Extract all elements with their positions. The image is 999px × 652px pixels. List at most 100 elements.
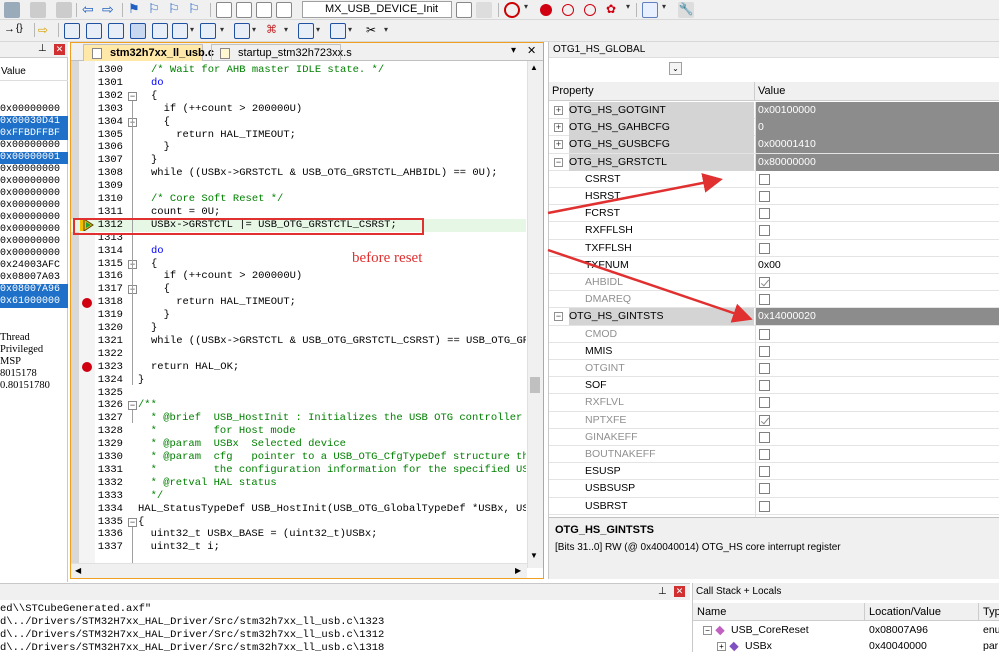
register-value[interactable] (755, 291, 999, 309)
bit-checkbox[interactable] (759, 242, 770, 254)
code-line[interactable]: 1336 uint32_t USBx_BASE = (uint32_t)USBx… (71, 528, 526, 541)
close-icon[interactable]: ✕ (54, 44, 65, 55)
disassembly-window-icon[interactable] (86, 23, 102, 39)
bit-checkbox[interactable] (759, 380, 770, 392)
collapse-icon[interactable]: − (554, 312, 563, 322)
expand-icon[interactable]: + (554, 106, 563, 115)
register-value[interactable] (755, 205, 999, 223)
register-value[interactable]: 0x00100000 (755, 102, 999, 119)
code-line[interactable]: 1335 { (71, 516, 526, 529)
code-line[interactable]: 1326 /** (71, 399, 526, 412)
target-combo[interactable]: MX_USB_DEVICE_Init (302, 1, 452, 18)
debug-session-icon[interactable] (504, 2, 520, 18)
register-row[interactable]: CSRST (549, 170, 999, 188)
collapse-icon[interactable]: − (703, 626, 712, 635)
bit-checkbox[interactable] (759, 345, 770, 357)
bookmark-next-icon[interactable]: ⚐ (168, 2, 184, 18)
scroll-up-icon[interactable]: ▲ (530, 63, 538, 72)
register-row[interactable]: NPTXFE (549, 411, 999, 429)
scroll-thumb[interactable] (530, 377, 540, 393)
code-line[interactable]: 1328 * for Host mode (71, 425, 526, 438)
undo2-icon[interactable] (56, 2, 72, 18)
scroll-left-icon[interactable]: ◀ (75, 566, 81, 575)
register-value[interactable] (755, 325, 999, 343)
left-value-row[interactable]: 0x00000000 (0, 212, 68, 224)
code-line[interactable]: 1309 (71, 180, 526, 193)
bookmark-clear-icon[interactable]: ⚐ (188, 2, 204, 18)
expand-icon[interactable]: + (717, 642, 726, 651)
tab-menu-icon[interactable]: ▾ (511, 45, 516, 56)
code-line[interactable]: 1324} (71, 374, 526, 387)
register-value[interactable] (755, 446, 999, 463)
register-value[interactable] (755, 480, 999, 498)
code-line[interactable]: 1300 /* Wait for AHB master IDLE state. *… (71, 64, 526, 77)
filter-dropdown-icon[interactable]: ⌄ (669, 62, 682, 75)
register-value[interactable] (755, 411, 999, 429)
expand-icon[interactable]: + (554, 140, 563, 150)
disable-breakpoint-icon[interactable] (562, 4, 574, 16)
register-value[interactable]: 0x80000000 (755, 153, 999, 171)
find-icon[interactable] (476, 2, 492, 18)
code-line[interactable]: 1303 if (++count > 200000U) (71, 103, 526, 116)
comment-icon[interactable] (256, 2, 272, 18)
register-row[interactable]: TXFNUM 0x00 (549, 256, 999, 274)
left-value-row[interactable]: 0x00000000 (0, 140, 68, 152)
register-row[interactable]: + OTG_HS_GAHBCFG 0 (549, 119, 999, 137)
register-value[interactable] (755, 377, 999, 395)
code-line[interactable]: 1333 */ (71, 490, 526, 503)
memory-window-icon[interactable] (200, 23, 216, 39)
command-window-icon[interactable] (64, 23, 80, 39)
register-value[interactable]: 0 (755, 119, 999, 137)
code-line[interactable]: 1307} (71, 154, 526, 167)
register-value[interactable] (755, 463, 999, 481)
code-line[interactable]: 1306 } (71, 141, 526, 154)
left-value-row[interactable]: 0x00000000 (0, 188, 68, 200)
register-row[interactable]: + OTG_HS_GUSBCFG 0x00001410 (549, 136, 999, 154)
call-stack-row[interactable]: − USB_CoreReset 0x08007A96 enu (693, 623, 999, 638)
pin-icon[interactable]: ⊥ (38, 43, 47, 54)
forward-icon[interactable]: ⇨ (102, 2, 118, 18)
register-value[interactable] (755, 360, 999, 377)
undo-icon[interactable] (4, 2, 20, 18)
code-line[interactable]: 1325 (71, 387, 526, 400)
bit-checkbox[interactable] (759, 225, 770, 237)
register-value[interactable] (755, 428, 999, 446)
code-line[interactable]: 1319 } (71, 309, 526, 322)
register-row[interactable]: MMIS (549, 342, 999, 360)
register-row[interactable]: − OTG_HS_GRSTCTL 0x80000000 (549, 153, 999, 171)
left-value-row[interactable]: 0x00000000 (0, 236, 68, 248)
scroll-down-icon[interactable]: ▼ (530, 551, 538, 560)
register-value[interactable] (755, 394, 999, 412)
scroll-right-icon[interactable]: ▶ (515, 566, 521, 575)
watch-window-icon[interactable] (172, 23, 188, 39)
code-line[interactable]: 1311 count = 0U; (71, 206, 526, 219)
code-line[interactable]: 1320} (71, 322, 526, 335)
trace-window-icon[interactable] (298, 23, 314, 39)
register-row[interactable]: USBRST (549, 497, 999, 515)
insert-breakpoint-icon[interactable] (540, 4, 552, 16)
breakpoint-icon[interactable] (82, 297, 92, 308)
code-line[interactable]: 1321 while ((USBx->GRSTCTL & USB_OTG_GRST… (71, 335, 526, 348)
register-row[interactable]: OTGINT (549, 360, 999, 378)
call-stack-row[interactable]: + USBx 0x40040000 par (693, 639, 999, 652)
indent-icon[interactable] (216, 2, 232, 18)
left-panel-col-value[interactable]: Value (0, 64, 68, 81)
code-line[interactable]: 1318 return HAL_TIMEOUT; (71, 296, 526, 309)
col-type[interactable]: Typ (979, 603, 999, 621)
uncomment-icon[interactable] (276, 2, 292, 18)
fold-toggle-icon[interactable]: − (128, 517, 137, 527)
fold-toggle-icon[interactable]: − (128, 91, 137, 101)
left-value-row[interactable]: 0x24003AFC (0, 260, 68, 272)
left-value-row[interactable]: 0x00000001 (0, 152, 68, 164)
code-line[interactable]: 1308 while ((USBx->GRSTCTL & USB_OTG_GRST… (71, 167, 526, 180)
bit-checkbox[interactable] (759, 449, 770, 460)
left-value-row[interactable]: 0x00000000 (0, 248, 68, 260)
left-value-row[interactable]: 0x00000000 (0, 104, 68, 116)
close-icon[interactable]: ✕ (674, 586, 685, 597)
bookmark-prev-icon[interactable]: ⚐ (148, 2, 164, 18)
editor-horizontal-scrollbar[interactable]: ◀ ▶ (71, 563, 527, 578)
bit-checkbox[interactable] (759, 500, 770, 512)
registers-window-icon[interactable] (130, 23, 146, 39)
code-line[interactable]: 1310 /* Core Soft Reset */ (71, 193, 526, 206)
toolbox-icon[interactable]: ✂ (366, 23, 382, 39)
